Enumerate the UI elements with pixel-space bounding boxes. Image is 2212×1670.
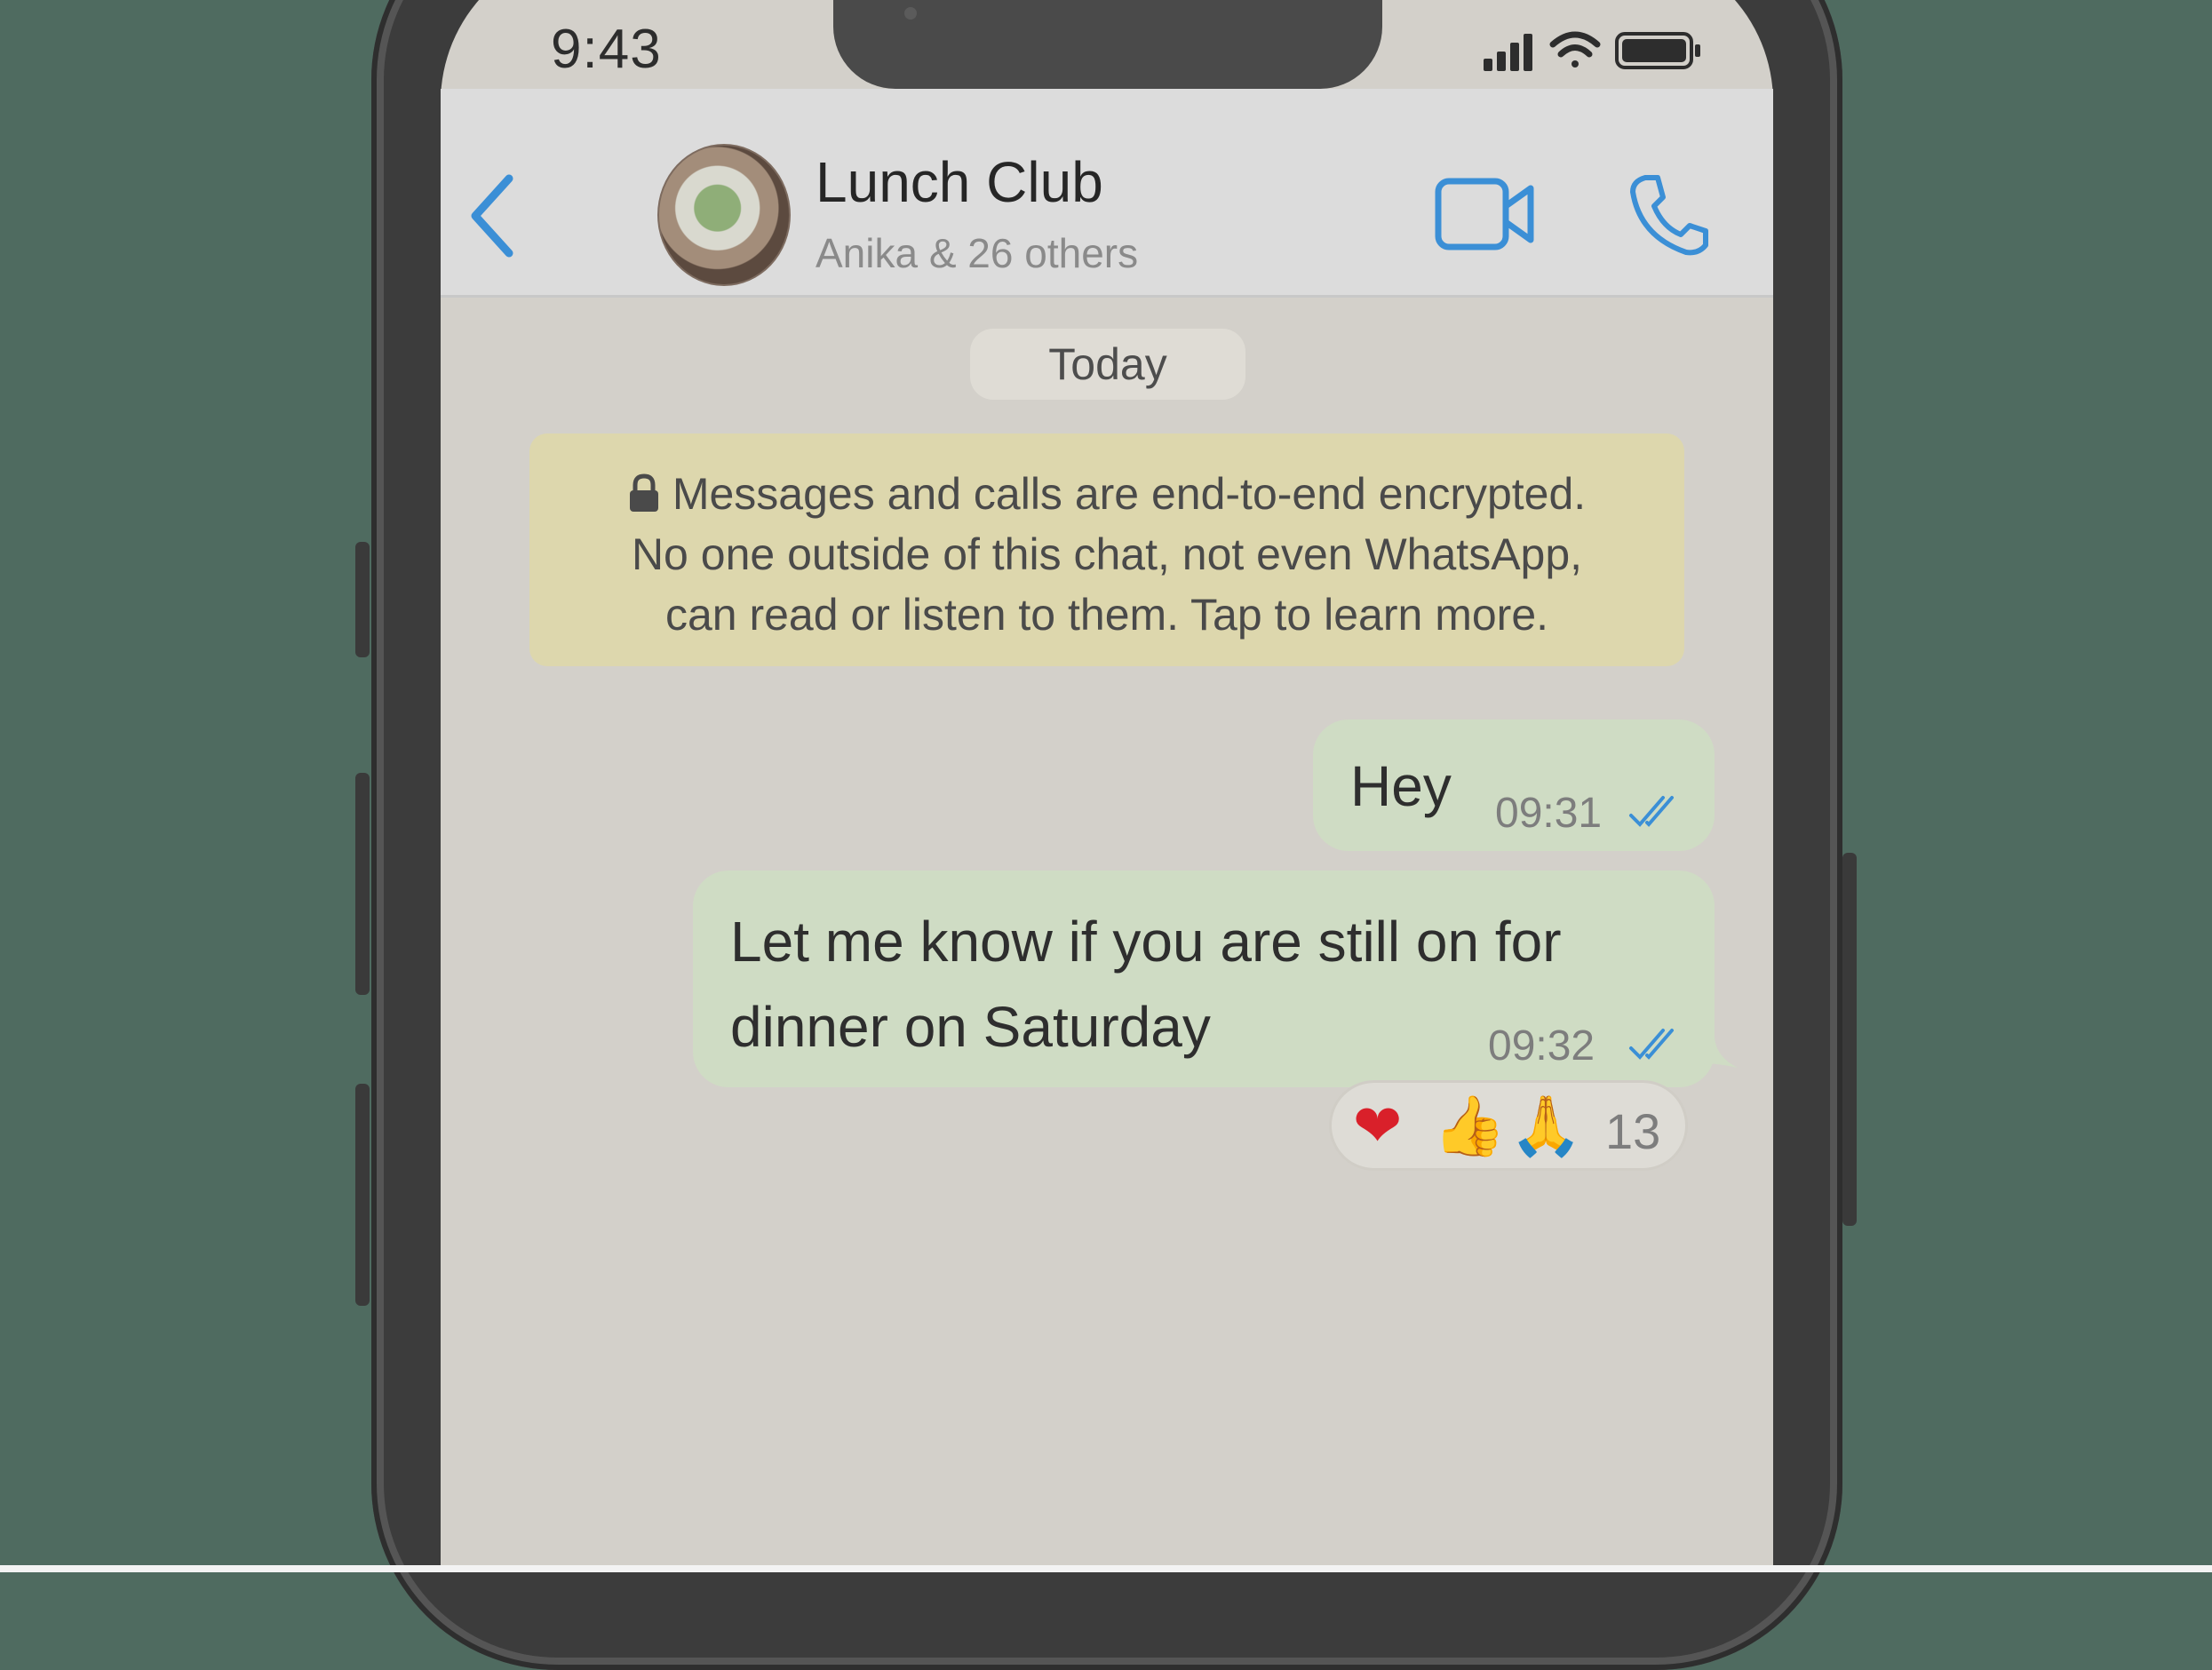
side-button [355,542,370,657]
status-time: 9:43 [551,19,662,80]
chat-title[interactable]: Lunch Club [816,149,1103,215]
double-check-icon [1629,796,1674,827]
voice-call-icon[interactable] [1627,172,1709,258]
pray-reaction: 🙏 [1509,1092,1583,1160]
date-separator: Today [970,329,1245,400]
encryption-notice-line: Messages and calls are end-to-end encryp… [529,464,1684,524]
lock-icon [629,473,658,512]
thumbs-up-reaction: 👍 [1433,1092,1507,1160]
side-button [1842,853,1857,1226]
encryption-notice-line: can read or listen to them. Tap to learn… [664,590,1549,640]
outgoing-message[interactable]: Hey 09:31 [1313,720,1715,851]
message-text: Hey [1350,754,1452,818]
message-time: 09:32 [1488,1022,1595,1070]
encryption-notice-line: No one outside of this chat, not even Wh… [631,529,1583,579]
reaction-count: 13 [1605,1103,1661,1159]
double-check-icon [1629,1029,1674,1060]
message-time: 09:31 [1495,790,1603,837]
outgoing-message[interactable]: Let me know if you are still on for dinn… [693,871,1715,1087]
heart-reaction: ❤ [1353,1092,1403,1160]
camera-dot [904,7,917,20]
back-chevron-icon[interactable] [466,171,520,260]
group-avatar[interactable] [657,144,791,286]
chat-subtitle[interactable]: Anika & 26 others [816,229,1138,277]
bubble-tail [1704,1038,1738,1068]
encryption-notice[interactable]: Messages and calls are end-to-end encryp… [529,433,1684,666]
side-button [355,773,370,995]
encryption-notice-text: Messages and calls are end-to-end encryp… [672,469,1587,519]
video-call-icon[interactable] [1435,178,1536,250]
battery-icon [1615,32,1700,69]
signal-icon [1484,34,1532,71]
status-icons [1484,31,1700,71]
side-button [355,1084,370,1306]
reactions-pill[interactable]: ❤ 👍 🙏 13 [1329,1080,1688,1171]
wifi-icon [1549,31,1601,68]
bottom-strip [0,1565,2212,1572]
